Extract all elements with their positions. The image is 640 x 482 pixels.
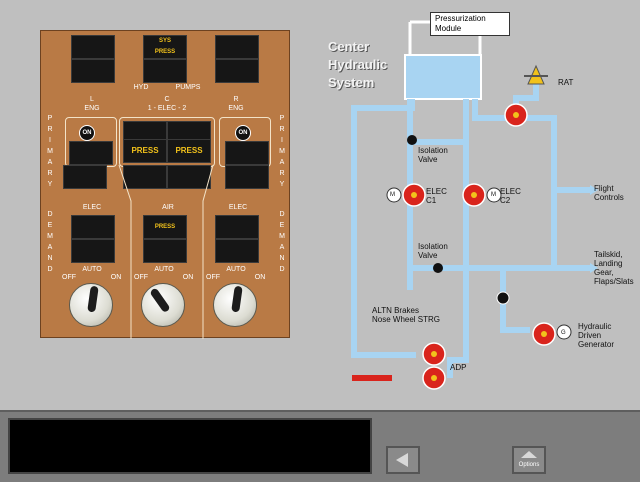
- hydraulic-control-panel: SYS PRESS HYD PUMPS L ENG C 1 - ELEC - 2…: [40, 30, 290, 339]
- back-arrow-icon: [396, 453, 408, 467]
- pressurization-module-box: Pressurization Module: [430, 12, 510, 36]
- options-label: Options: [518, 462, 540, 468]
- right-off-label: OFF: [206, 274, 220, 281]
- motor-c1-label: M: [390, 192, 395, 198]
- left-demand-button-2: [71, 239, 115, 263]
- tailskid-gear-flaps-label: Tailskid, Landing Gear, Flaps/Slats: [594, 250, 634, 286]
- left-demand-selector-knob[interactable]: [69, 283, 113, 327]
- adp-label: ADP: [450, 363, 467, 372]
- message-display-box: [8, 418, 372, 474]
- options-button[interactable]: Options: [512, 446, 546, 474]
- left-demand-button[interactable]: [71, 215, 115, 239]
- hydraulic-driven-generator-label: Hydraulic Driven Generator: [578, 322, 615, 349]
- right-demand-button[interactable]: [215, 215, 259, 239]
- air-demand-button-2: [143, 239, 187, 263]
- elec-c2-label: ELEC C2: [500, 187, 521, 205]
- eject-arrow-icon: [521, 451, 537, 458]
- motor-c2-label: M: [491, 192, 496, 198]
- right-auto-label: AUTO: [226, 266, 246, 273]
- left-elec-label: ELEC: [82, 204, 102, 211]
- air-demand-selector-knob[interactable]: [141, 283, 185, 327]
- air-off-label: OFF: [134, 274, 148, 281]
- right-on-label: ON: [254, 274, 266, 281]
- isolation-valve-label-2: Isolation Valve: [418, 242, 448, 260]
- left-off-label: OFF: [62, 274, 76, 281]
- elec-c1-label: ELEC C1: [426, 187, 447, 205]
- isolation-valve-label-1: Isolation Valve: [418, 146, 448, 164]
- right-demand-selector-knob[interactable]: [213, 283, 257, 327]
- air-auto-label: AUTO: [154, 266, 174, 273]
- right-elec-label: ELEC: [228, 204, 248, 211]
- rat-label: RAT: [558, 78, 574, 87]
- bottom-control-bar: Options: [0, 410, 640, 482]
- left-auto-label: AUTO: [82, 266, 102, 273]
- back-button[interactable]: [386, 446, 420, 474]
- altn-brakes-label: ALTN Brakes Nose Wheel STRG: [372, 306, 441, 324]
- left-on-label: ON: [110, 274, 122, 281]
- air-on-label: ON: [182, 274, 194, 281]
- air-label: AIR: [162, 204, 174, 211]
- generator-g-label: G: [561, 330, 566, 336]
- right-demand-button-2: [215, 239, 259, 263]
- flight-controls-label: Flight Controls: [594, 184, 624, 202]
- main-view: SYS PRESS HYD PUMPS L ENG C 1 - ELEC - 2…: [0, 0, 640, 410]
- air-demand-press-light: PRESS: [143, 215, 187, 239]
